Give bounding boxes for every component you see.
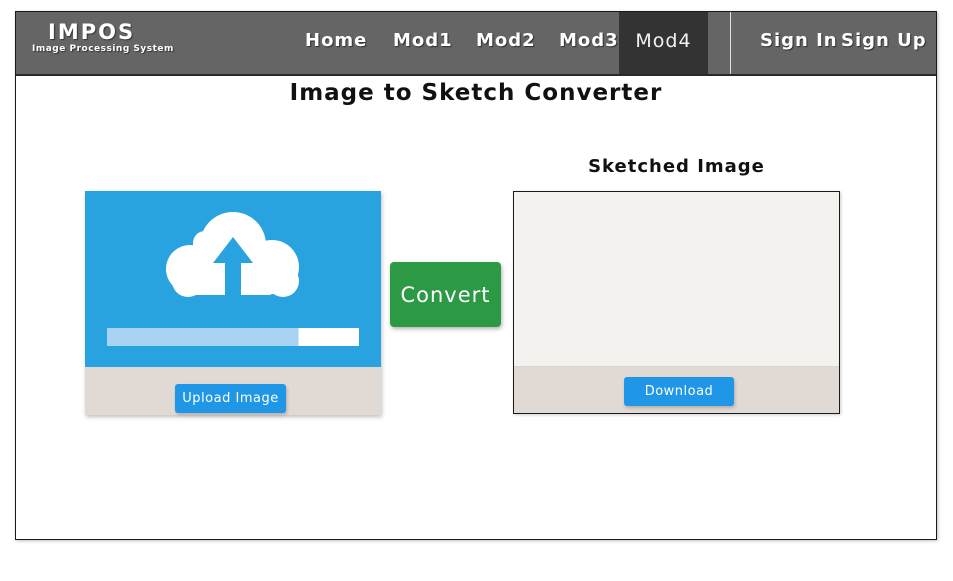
page-title: Image to Sketch Converter xyxy=(289,80,663,106)
nav-home[interactable]: Home xyxy=(305,12,367,74)
cloud-upload-icon xyxy=(107,212,359,346)
convert-button[interactable]: Convert xyxy=(390,262,501,327)
sketched-image-heading: Sketched Image xyxy=(588,156,765,177)
sign-up-link[interactable]: Sign Up xyxy=(841,12,927,74)
brand-logo[interactable]: IMPOS Image Processing System xyxy=(32,20,174,55)
sketch-card: Download xyxy=(513,191,840,414)
nav-mod1[interactable]: Mod1 xyxy=(393,12,453,74)
brand-title: IMPOS xyxy=(48,20,136,44)
upload-illustration[interactable] xyxy=(85,191,381,367)
nav-mod3[interactable]: Mod3 xyxy=(559,12,619,74)
sign-in-link[interactable]: Sign In xyxy=(760,12,838,74)
download-button[interactable]: Download xyxy=(624,377,734,406)
sketch-output-area xyxy=(514,192,839,367)
nav-mod2[interactable]: Mod2 xyxy=(476,12,536,74)
navbar: IMPOS Image Processing System Home Mod1 … xyxy=(16,12,936,76)
nav-divider xyxy=(730,12,731,74)
upload-card: Upload Image xyxy=(85,191,381,415)
nav-mod4[interactable]: Mod4 xyxy=(619,12,708,74)
upload-progress-fill xyxy=(107,328,299,346)
brand-subtitle: Image Processing System xyxy=(32,44,174,54)
upload-image-button[interactable]: Upload Image xyxy=(175,384,286,413)
